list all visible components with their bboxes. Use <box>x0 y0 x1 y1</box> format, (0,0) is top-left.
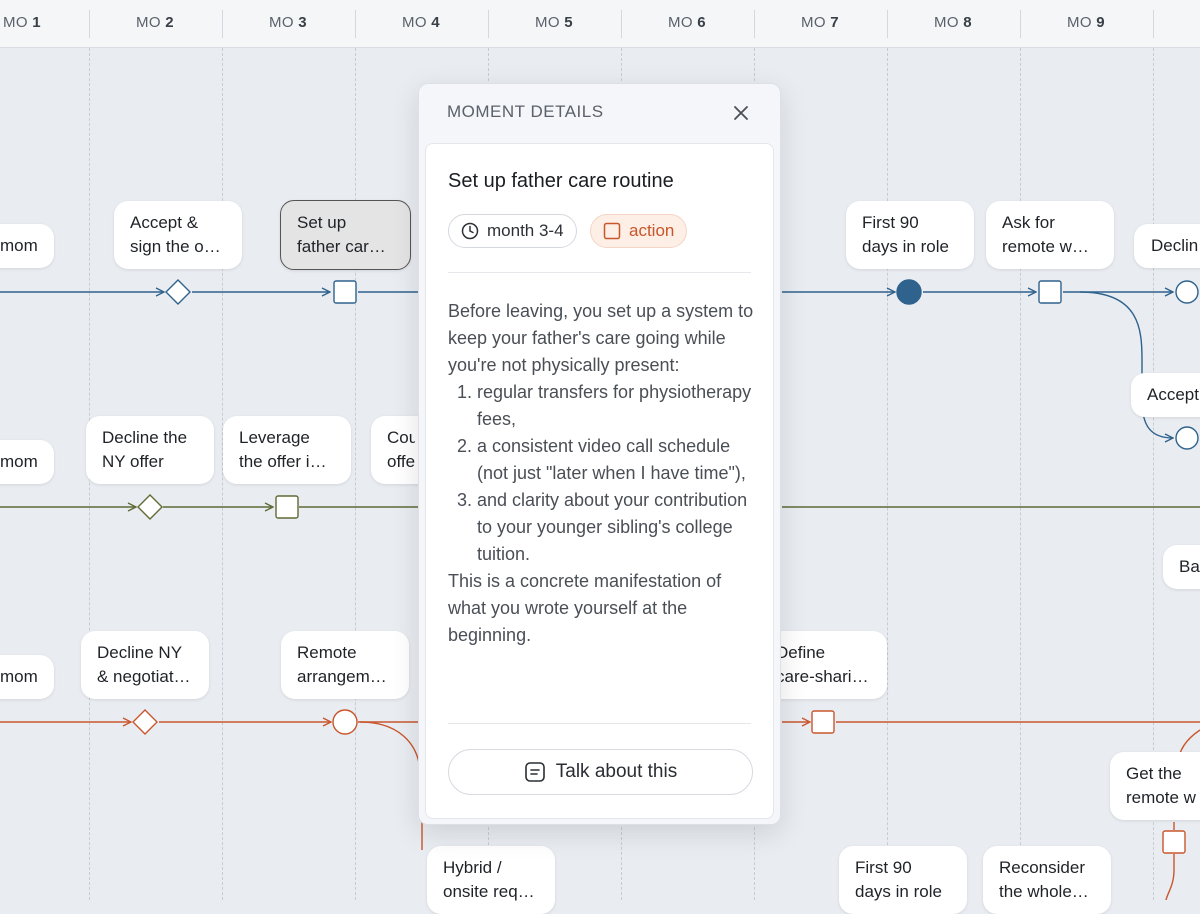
node-remote-arrangement[interactable]: Remote arrangem… <box>281 631 409 699</box>
circle-marker <box>1175 280 1199 304</box>
diamond-marker <box>137 494 163 520</box>
node-label: Accept <box>1147 385 1199 404</box>
node-lane2-mom[interactable]: mom <box>0 440 54 484</box>
description-list: regular transfers for physiotherapy fees… <box>448 379 754 568</box>
node-label: Get the <box>1126 764 1182 783</box>
node-lane3-mom[interactable]: mom <box>0 655 54 699</box>
node-label: Hybrid / <box>443 858 502 877</box>
lane-3-branch <box>359 721 421 771</box>
node-label: Leverage <box>239 428 310 447</box>
talk-about-this-button[interactable]: Talk about this <box>448 749 753 795</box>
moment-description: Before leaving, you set up a system to k… <box>448 298 754 649</box>
time-badge: month 3-4 <box>448 214 577 248</box>
filled-circle-marker <box>896 279 922 305</box>
description-outro: This is a concrete manifestation of what… <box>448 571 722 645</box>
close-button[interactable] <box>730 102 752 124</box>
node-label: mom <box>0 236 38 255</box>
node-leverage-offer[interactable]: Leverage the offer i… <box>223 416 351 484</box>
node-label: arrangem… <box>297 667 387 686</box>
node-label: remote w <box>1126 788 1196 807</box>
type-badge: action <box>590 214 688 248</box>
node-label: NY offer <box>102 452 164 471</box>
description-list-item: and clarity about your contribution to y… <box>477 487 754 568</box>
node-label: father car… <box>297 237 386 256</box>
node-label: First 90 <box>855 858 912 877</box>
node-label: mom <box>0 667 38 686</box>
node-lane1-mom[interactable]: mom <box>0 224 54 268</box>
panel-header-title: MOMENT DETAILS <box>447 102 604 121</box>
type-badge-label: action <box>629 221 675 240</box>
close-icon <box>734 106 748 120</box>
description-list-item: a consistent video call schedule (not ju… <box>477 433 754 487</box>
node-label: sign the o… <box>130 237 221 256</box>
square-action-icon <box>603 222 621 240</box>
moment-card: Set up father care routine month 3-4 act… <box>425 143 774 819</box>
node-ask-for-remote[interactable]: Ask for remote w… <box>986 201 1114 269</box>
diamond-marker <box>165 279 191 305</box>
node-label: care-shari… <box>776 667 869 686</box>
square-marker <box>275 495 299 519</box>
node-first-90-days[interactable]: First 90 days in role <box>846 201 974 269</box>
node-label: Accept & <box>130 213 199 232</box>
node-label: & negotiat… <box>97 667 191 686</box>
node-decline[interactable]: Declin <box>1134 224 1200 268</box>
node-label: Define <box>776 643 826 662</box>
node-label: Declin <box>1151 236 1199 255</box>
node-label: Remote <box>297 643 357 662</box>
node-accept-sign-offer[interactable]: Accept & sign the o… <box>114 201 242 269</box>
square-marker <box>1038 280 1062 304</box>
node-accept[interactable]: Accept <box>1131 373 1200 417</box>
node-hybrid-onsite[interactable]: Hybrid / onsite req… <box>427 846 555 914</box>
node-label: First 90 <box>862 213 919 232</box>
clock-icon <box>461 222 479 240</box>
node-label: Set up <box>297 213 347 232</box>
moment-details-panel: MOMENT DETAILS Set up father care routin… <box>418 83 781 825</box>
node-reconsider[interactable]: Reconsider the whole… <box>983 846 1111 914</box>
node-label: days in role <box>855 882 942 901</box>
lane-3-branch <box>1165 854 1175 900</box>
divider <box>448 723 751 724</box>
node-label: the offer i… <box>239 452 327 471</box>
node-ba[interactable]: Ba <box>1163 545 1200 589</box>
node-label: offe <box>387 452 415 471</box>
circle-marker <box>1175 426 1199 450</box>
description-intro: Before leaving, you set up a system to k… <box>448 301 754 375</box>
node-decline-ny-negotiate[interactable]: Decline NY & negotiat… <box>81 631 209 699</box>
talk-about-this-label: Talk about this <box>555 761 678 782</box>
node-label: the whole… <box>999 882 1089 901</box>
node-set-up-father-care[interactable]: Set up father car… <box>280 200 411 270</box>
square-marker <box>1162 830 1186 854</box>
node-label: remote w… <box>1002 237 1089 256</box>
node-label: Ask for <box>1002 213 1055 232</box>
node-label: days in role <box>862 237 949 256</box>
node-label: Decline NY <box>97 643 183 662</box>
moment-title: Set up father care routine <box>448 170 674 192</box>
node-decline-ny-offer[interactable]: Decline the NY offer <box>86 416 214 484</box>
node-label: Reconsider <box>999 858 1085 877</box>
node-lane3-first-90-days[interactable]: First 90 days in role <box>839 846 967 914</box>
square-marker <box>811 710 835 734</box>
description-list-item: regular transfers for physiotherapy fees… <box>477 379 754 433</box>
diamond-marker <box>132 709 158 735</box>
node-label: Decline the <box>102 428 188 447</box>
circle-marker <box>332 709 358 735</box>
node-label: onsite req… <box>443 882 535 901</box>
node-label: Cou <box>387 428 415 447</box>
time-badge-label: month 3-4 <box>487 221 564 240</box>
node-get-the-remote[interactable]: Get the remote w <box>1110 752 1200 820</box>
divider <box>448 272 751 273</box>
node-label: Ba <box>1179 557 1200 576</box>
chat-note-icon <box>524 762 545 782</box>
node-label: mom <box>0 452 38 471</box>
square-marker <box>333 280 357 304</box>
